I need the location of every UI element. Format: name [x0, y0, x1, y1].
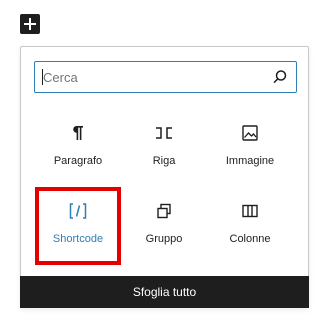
block-label: Gruppo: [145, 233, 183, 245]
shortcode-icon: [68, 201, 88, 221]
block-columns[interactable]: Colonne: [207, 187, 293, 265]
block-row[interactable]: Riga: [121, 109, 207, 187]
block-label: Riga: [152, 155, 176, 167]
block-label: Shortcode: [52, 233, 104, 245]
block-label: Colonne: [229, 233, 271, 245]
group-icon: [154, 201, 174, 221]
block-paragraph[interactable]: Paragrafo: [35, 109, 121, 187]
paragraph-icon: [68, 123, 88, 143]
row-icon: [154, 123, 174, 143]
block-group[interactable]: Gruppo: [121, 187, 207, 265]
search-field[interactable]: [34, 61, 297, 93]
browse-all-button[interactable]: Sfoglia tutto: [20, 276, 309, 308]
image-icon: [240, 123, 260, 143]
block-image[interactable]: Immagine: [207, 109, 293, 187]
block-inserter-panel: Paragrafo Riga Immagine: [20, 46, 309, 308]
browse-all-label: Sfoglia tutto: [132, 285, 197, 299]
block-shortcode[interactable]: Shortcode: [35, 187, 121, 265]
block-grid: Paragrafo Riga Immagine Shortcode Gruppo…: [21, 109, 308, 265]
plus-icon: [24, 18, 36, 30]
columns-icon: [240, 201, 260, 221]
search-icon[interactable]: [272, 69, 288, 85]
block-label: Paragrafo: [53, 155, 103, 167]
block-label: Immagine: [225, 155, 275, 167]
search-input[interactable]: [43, 67, 263, 87]
add-block-button[interactable]: [20, 14, 40, 34]
